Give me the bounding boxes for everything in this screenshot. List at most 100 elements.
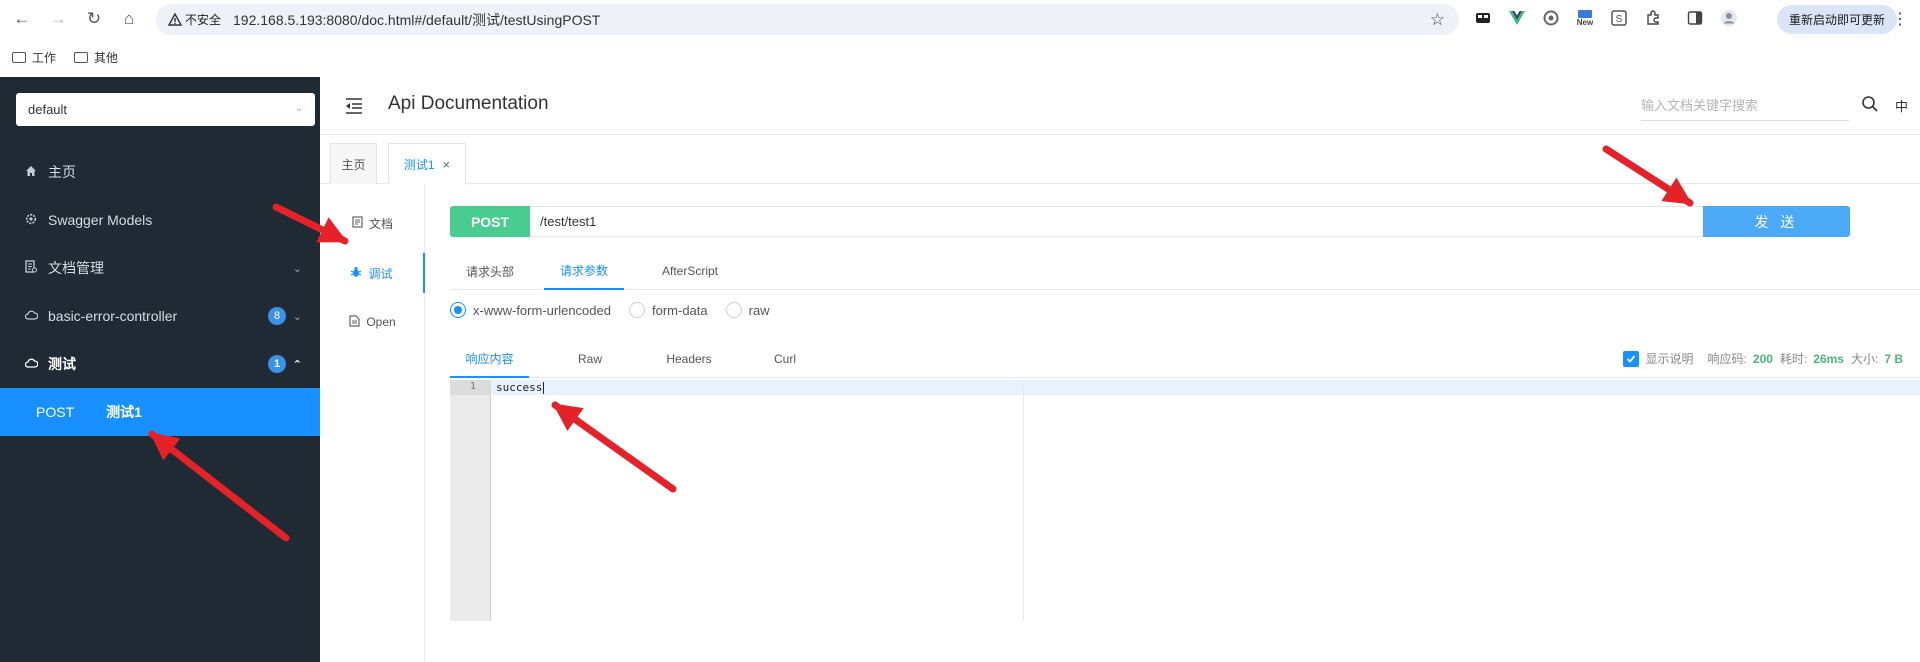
puzzle-extensions-icon[interactable] [1642, 7, 1664, 29]
size-value: 7 B [1884, 351, 1903, 366]
tab-curl[interactable]: Curl [755, 340, 815, 378]
subnav-doc[interactable]: 文档 [320, 203, 425, 243]
sidebar-item-basic-error-controller[interactable]: basic-error-controller 8 ⌄ [0, 292, 320, 340]
close-icon[interactable]: × [443, 157, 451, 172]
show-desc-label: 显示说明 [1645, 352, 1694, 366]
tab-afterscript[interactable]: AfterScript [640, 252, 740, 290]
elapsed-label: 耗时: [1779, 352, 1808, 366]
active-line-highlight [491, 380, 1920, 395]
main-header: Api Documentation 中 [320, 77, 1920, 135]
record-extension-icon[interactable] [1540, 7, 1562, 29]
status-code-value: 200 [1752, 351, 1773, 366]
radio-checked-icon [450, 302, 466, 318]
bookmark-label: 其他 [94, 51, 119, 65]
response-meta: 显示说明 响应码: 200 耗时: 26ms 大小: 7 B [1622, 350, 1903, 367]
tab-home[interactable]: 主页 [330, 143, 377, 184]
radio-icon [628, 302, 645, 318]
radio-label: raw [748, 302, 770, 318]
radio-label: x-www-form-urlencoded [473, 302, 611, 318]
doc-subnav: 文档 调试 Open [320, 184, 425, 662]
s-extension-icon[interactable]: S [1608, 7, 1630, 29]
subnav-open[interactable]: Open [320, 302, 425, 342]
update-button[interactable]: 重新启动即可更新 [1777, 5, 1898, 34]
tab-label: 测试1 [403, 158, 435, 172]
url-text[interactable]: 192.168.5.193:8080/doc.html#/default/测试/… [233, 10, 600, 30]
home-icon [24, 165, 38, 180]
tab-test1[interactable]: 测试1 × [388, 143, 466, 185]
path-input[interactable]: /test/test1 [530, 206, 1704, 237]
method-label: POST [36, 404, 75, 420]
doc-icon [24, 260, 38, 276]
security-label: 不安全 [185, 13, 222, 27]
line-number: 1 [469, 381, 476, 392]
folder-icon [12, 52, 26, 63]
text-caret [543, 382, 545, 394]
search-icon[interactable] [1861, 95, 1879, 113]
chevron-down-icon: ⌄ [292, 310, 302, 323]
warning-icon [168, 12, 182, 26]
subnav-label: Open [366, 315, 396, 329]
group-select-value: default [28, 102, 68, 117]
svg-text:S: S [1616, 14, 1623, 25]
method-badge: POST [450, 206, 530, 237]
response-text: success [496, 381, 543, 394]
editor-code[interactable]: success [496, 381, 545, 394]
tab-headers[interactable]: Headers [650, 340, 728, 378]
document-icon [352, 215, 363, 231]
sidebar-item-label: Swagger Models [48, 212, 153, 228]
forward-icon[interactable]: → [42, 3, 74, 35]
profile-icon[interactable] [1718, 7, 1740, 29]
bookmark-star-icon[interactable]: ☆ [1430, 10, 1445, 30]
response-tabs: 响应内容 Raw Headers Curl 显示说明 响应码: 200 耗时: … [450, 340, 1920, 378]
radio-raw[interactable]: raw [725, 302, 770, 318]
sidebar-item-home[interactable]: 主页 [0, 148, 320, 196]
back-icon[interactable]: ← [6, 3, 38, 35]
count-badge: 1 [268, 355, 286, 373]
show-desc-checkbox[interactable] [1622, 350, 1639, 367]
security-warning[interactable]: 不安全 [168, 11, 221, 28]
response-editor[interactable]: 1 success [450, 380, 1920, 621]
subnav-debug[interactable]: 调试 [320, 253, 425, 293]
extension-icon[interactable] [1472, 7, 1494, 29]
send-button[interactable]: 发 送 [1703, 206, 1850, 237]
reload-icon[interactable]: ↻ [78, 3, 110, 35]
bookmark-folder-work[interactable]: 工作 [12, 49, 56, 66]
tab-request-params[interactable]: 请求参数 [544, 252, 624, 290]
new-extension-icon[interactable]: New [1574, 7, 1596, 29]
extensions-bar: New S [1472, 7, 1740, 29]
sidebar-item-label: basic-error-controller [48, 308, 178, 324]
browser-toolbar: ← → ↻ ⌂ 不安全 192.168.5.193:8080/doc.html#… [0, 0, 1920, 39]
chevron-down-icon: ⌄ [292, 262, 302, 275]
radio-urlencoded[interactable]: x-www-form-urlencoded [450, 302, 611, 318]
browser-menu-icon[interactable]: ⋮ [1892, 9, 1908, 29]
tab-request-headers[interactable]: 请求头部 [450, 252, 530, 290]
side-panel-icon[interactable] [1684, 7, 1706, 29]
print-margin [1023, 380, 1024, 621]
radio-label: form-data [651, 302, 708, 318]
radio-icon [725, 302, 742, 318]
address-bar[interactable]: 不安全 192.168.5.193:8080/doc.html#/default… [156, 4, 1459, 35]
group-select[interactable]: default ⌄ [16, 93, 315, 126]
sidebar-item-test[interactable]: 测试 1 ⌃ [0, 340, 320, 388]
menu-fold-icon[interactable] [344, 97, 364, 115]
sidebar-item-label: 文档管理 [48, 260, 104, 276]
vue-devtools-icon[interactable] [1506, 7, 1528, 29]
tab-raw[interactable]: Raw [560, 340, 620, 378]
search-input[interactable] [1641, 91, 1849, 121]
sidebar-item-swagger-models[interactable]: Swagger Models [0, 196, 320, 244]
path-value: /test/test1 [540, 214, 597, 229]
operation-name: 测试1 [106, 404, 142, 420]
tab-response-content[interactable]: 响应内容 [450, 340, 529, 378]
home-button-icon[interactable]: ⌂ [113, 3, 145, 35]
cloud-icon [24, 309, 38, 323]
subnav-label: 调试 [368, 266, 393, 281]
elapsed-value: 26ms [1813, 351, 1844, 366]
bookmarks-bar: 工作 其他 [0, 41, 1920, 74]
bookmark-folder-other[interactable]: 其他 [74, 49, 118, 66]
gear-icon [24, 213, 38, 228]
language-toggle[interactable]: 中 [1895, 96, 1908, 115]
sidebar-item-test1[interactable]: POST 测试1 [0, 388, 320, 436]
sidebar-item-doc-management[interactable]: 文档管理 ⌄ [0, 244, 320, 292]
sidebar-item-label: 测试 [48, 356, 76, 372]
radio-form-data[interactable]: form-data [628, 302, 708, 318]
